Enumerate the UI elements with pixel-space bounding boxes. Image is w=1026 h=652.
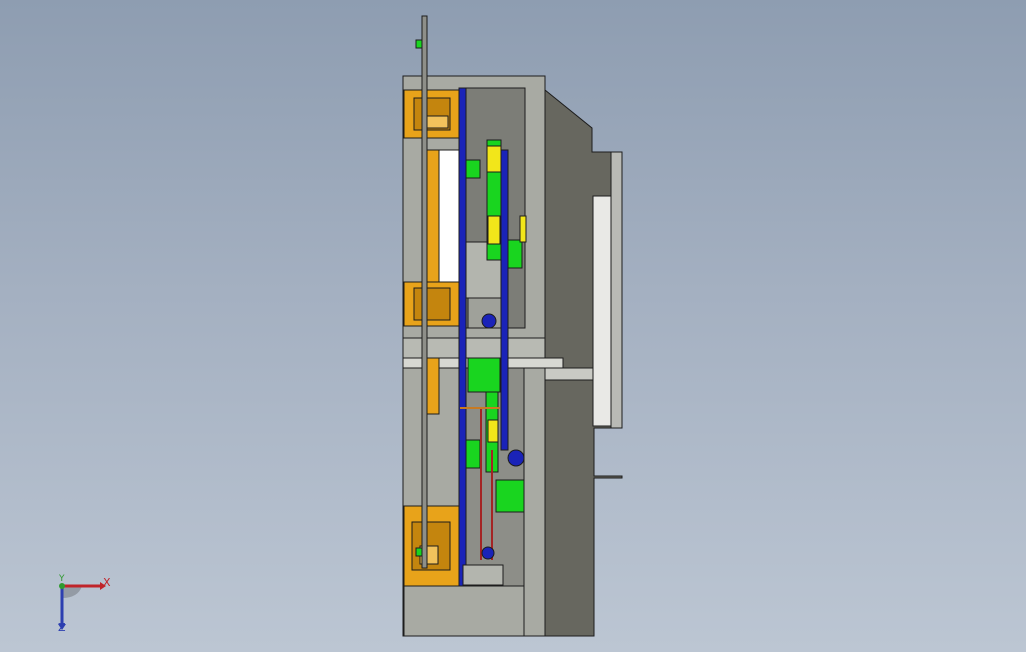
green-side-block <box>495 479 525 513</box>
lower-shelf <box>544 367 594 381</box>
green-guide-center <box>467 357 501 393</box>
axis-triad: X Y Z <box>48 572 118 636</box>
blue-rail-left <box>458 87 467 634</box>
blue-rail-right <box>500 149 509 451</box>
yellow-part-right <box>487 215 501 245</box>
y-axis-label: Y <box>59 574 65 584</box>
blue-bearing-bottom <box>481 546 495 560</box>
cad-assembly-model[interactable] <box>0 0 1026 652</box>
x-axis-label: X <box>103 576 111 589</box>
vertical-rod <box>421 15 428 569</box>
yellow-part-upper <box>486 145 502 173</box>
side-flange-edge <box>610 151 623 429</box>
blue-bearing-upper <box>481 313 497 329</box>
graphics-viewport[interactable]: X Y Z <box>0 0 1026 652</box>
z-axis-label: Z <box>58 621 66 634</box>
blue-bearing-right <box>507 449 525 467</box>
